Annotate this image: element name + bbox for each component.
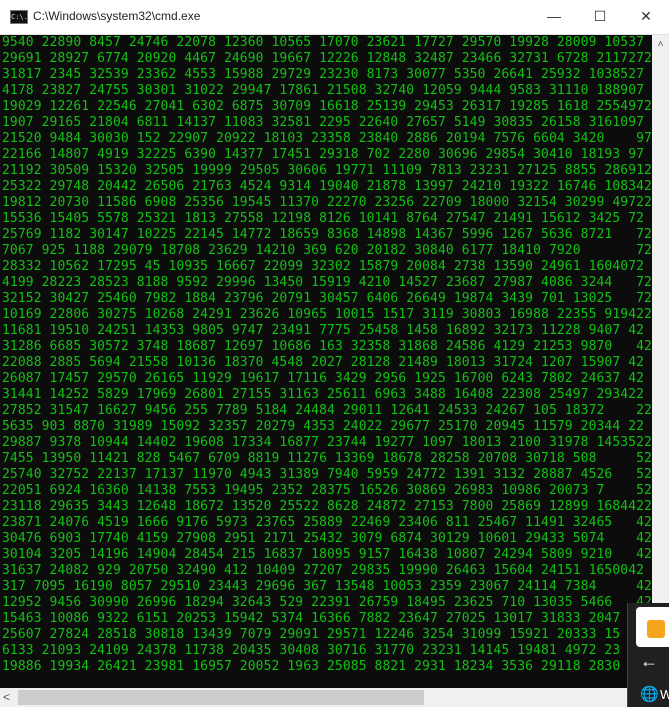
console-line: 25322 29748 20442 26506 21763 4524 9314 … (2, 179, 652, 194)
console-line: 4199 28223 28523 8188 9592 29996 13450 1… (2, 275, 652, 290)
title-bar: C:\. C:\Windows\system32\cmd.exe — ☐ ✕ (0, 0, 669, 35)
globe-icon[interactable]: 🌐 (640, 685, 659, 703)
scroll-left-arrow-icon[interactable]: < (3, 690, 10, 704)
console-line: 31286 6685 30572 3748 18687 12697 10686 … (2, 339, 652, 354)
console-line: 11681 19510 24251 14353 9805 9747 23491 … (2, 323, 645, 338)
console-line: 7455 13950 11421 828 5467 6709 8819 1127… (2, 451, 652, 466)
side-panel-overlay: ← 🌐 W (627, 603, 669, 707)
console-line: 21192 30509 15320 32505 19999 29505 3060… (2, 163, 652, 178)
console-line: 29691 28927 6774 20920 4467 24690 19667 … (2, 51, 652, 66)
console-line: 12952 9456 30990 26996 18294 32643 529 2… (2, 595, 652, 610)
overlay-label: W (660, 687, 669, 702)
console-line: 23118 29635 3443 12648 18672 13520 25522… (2, 499, 652, 514)
avatar (647, 620, 665, 638)
console-line: 31637 24082 929 20750 32490 412 10409 27… (2, 563, 645, 578)
scroll-up-arrow-icon[interactable]: ˄ (652, 39, 669, 50)
console-line: 31817 2345 32539 23362 4553 15988 29729 … (2, 67, 645, 82)
console-line: 25769 1182 30147 10225 22145 14772 18659… (2, 227, 652, 242)
console-line: 9540 22890 8457 24746 22078 12360 10565 … (2, 35, 645, 50)
maximize-button[interactable]: ☐ (577, 0, 623, 32)
console-line: 317 7095 16190 8057 29510 23443 29696 36… (2, 579, 652, 594)
console-line: 30476 6903 17740 4159 27908 2951 2171 25… (2, 531, 652, 546)
console-line: 26087 17457 29570 26165 11929 19617 1711… (2, 371, 645, 386)
horizontal-scroll-thumb[interactable] (18, 690, 424, 705)
vertical-scrollbar[interactable]: ˄ (652, 35, 669, 688)
console-line: 28332 10562 17295 45 10935 16667 22099 3… (2, 259, 645, 274)
cmd-app-icon: C:\. (10, 10, 28, 24)
console-line: 23871 24076 4519 1666 9176 5973 23765 25… (2, 515, 652, 530)
console-line: 25740 32752 22137 17137 11970 4943 31389… (2, 467, 652, 482)
console-line: 5635 903 8870 31989 15092 32357 20279 43… (2, 419, 645, 434)
minimize-button[interactable]: — (531, 0, 577, 32)
console-line: 22088 2885 5694 21558 10136 18370 4548 2… (2, 355, 645, 370)
console-line: 22051 6924 16360 14138 7553 19495 2352 2… (2, 483, 652, 498)
console-line: 4178 23827 24755 30301 31022 29947 17861… (2, 83, 645, 98)
console-output[interactable]: 9540 22890 8457 24746 22078 12360 10565 … (0, 35, 652, 688)
console-line: 7067 925 1188 29079 18708 23629 14210 36… (2, 243, 652, 258)
console-line: 15536 15405 5578 25321 1813 27558 12198 … (2, 211, 645, 226)
console-line: 22166 14807 4919 32225 6390 14377 17451 … (2, 147, 645, 162)
console-line: 31441 14252 5829 17969 26801 27155 31163… (2, 387, 645, 402)
console-line: 10169 22806 30275 10268 24291 23626 1096… (2, 307, 652, 322)
console-line: 25607 27824 28518 30818 13439 7079 29091… (2, 627, 621, 642)
console-line: 32152 30427 25460 7982 1884 23796 20791 … (2, 291, 652, 306)
console-line: 1907 29165 21804 6811 14137 11083 32581 … (2, 115, 645, 130)
console-line: 15463 10086 9322 6151 20253 15942 5374 1… (2, 611, 621, 626)
back-arrow-icon[interactable]: ← (640, 651, 658, 672)
console-line: 19029 12261 22546 27041 6302 6875 30709 … (2, 99, 652, 114)
console-line: 19886 19934 26421 23981 16957 20052 1963… (2, 659, 621, 674)
notification-card[interactable] (636, 607, 669, 647)
console-line: 27852 31547 16627 9456 255 7789 5184 244… (2, 403, 652, 418)
close-button[interactable]: ✕ (623, 0, 669, 32)
window-title: C:\Windows\system32\cmd.exe (33, 9, 201, 23)
console-line: 21520 9484 30030 152 22907 20922 18103 2… (2, 131, 652, 146)
horizontal-scrollbar[interactable]: < (0, 688, 652, 707)
console-line: 6133 21093 24109 24378 11738 20435 30408… (2, 643, 621, 658)
console-line: 30104 3205 14196 14904 28454 215 16837 1… (2, 547, 652, 562)
console-line: 19812 20730 11586 6908 25356 19545 11370… (2, 195, 652, 210)
console-line: 29887 9378 10944 14402 19608 17334 16877… (2, 435, 652, 450)
